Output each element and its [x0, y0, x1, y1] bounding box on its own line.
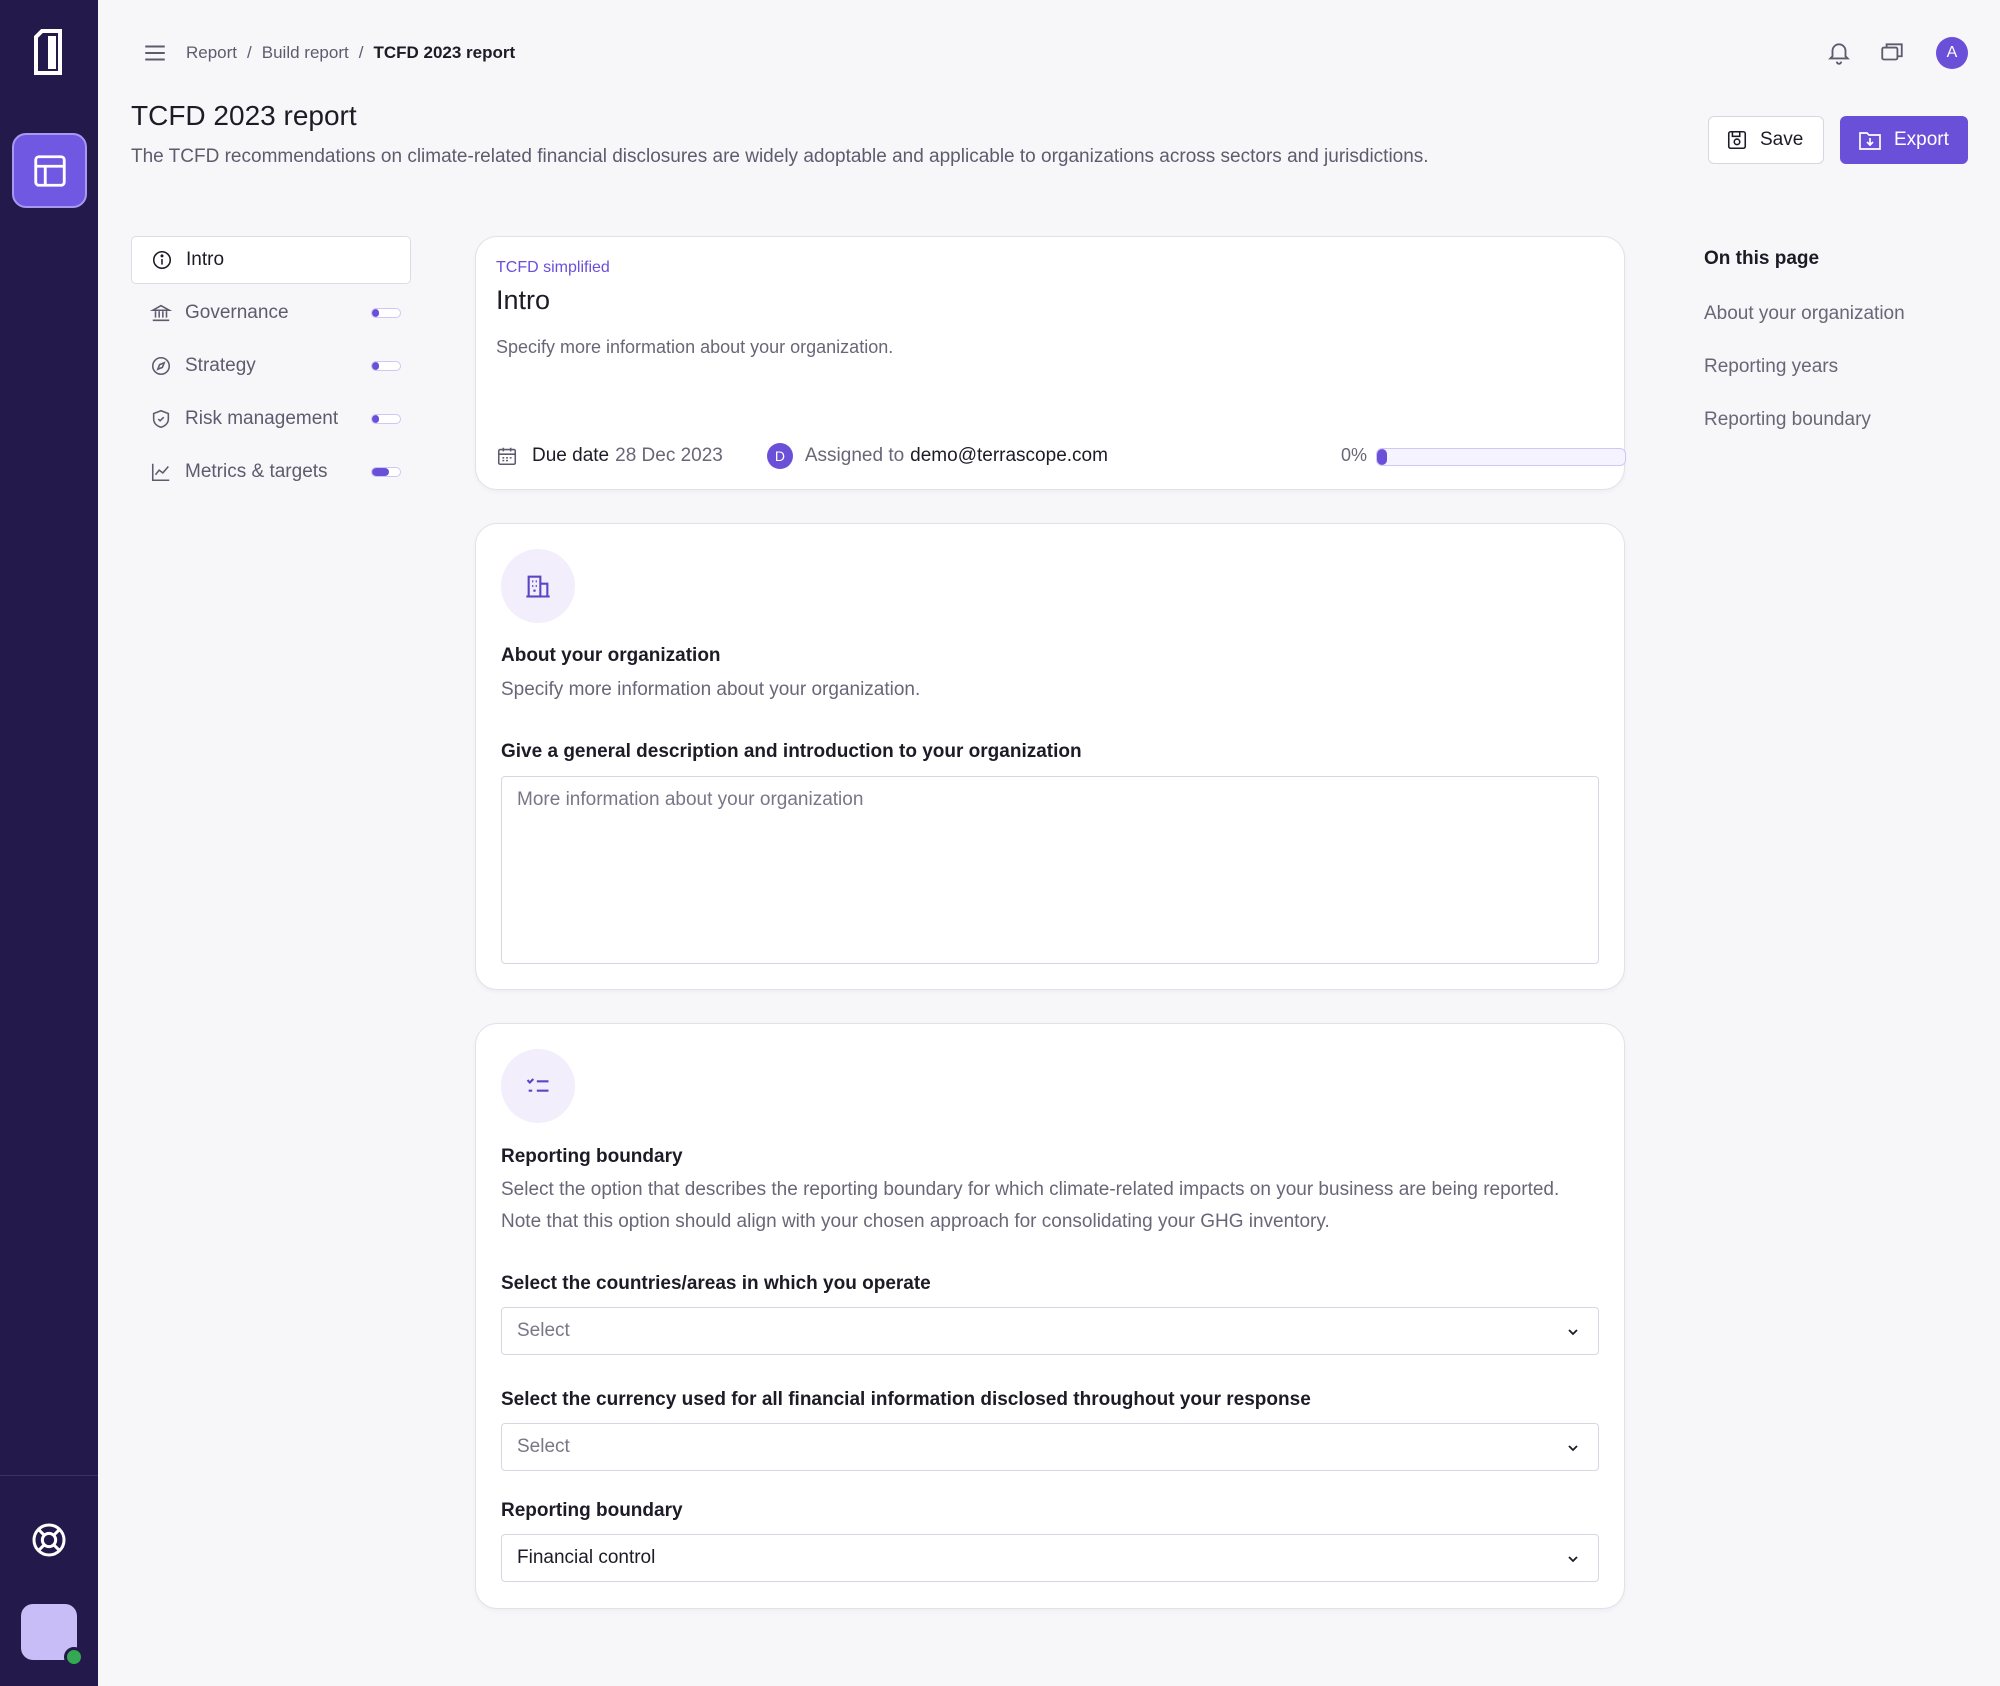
online-status-dot — [64, 1647, 84, 1667]
folder-export-icon — [1859, 132, 1881, 150]
shield-icon — [149, 407, 173, 431]
reporting-boundary-title: Reporting boundary — [501, 1146, 683, 1167]
breadcrumb-separator: / — [247, 43, 252, 62]
messages-button[interactable] — [1877, 38, 1907, 68]
help-button[interactable] — [27, 1518, 71, 1562]
section-nav-label: Metrics & targets — [185, 461, 328, 482]
organization-description-label: Give a general description and introduct… — [501, 741, 1082, 762]
intro-progress-fill — [1377, 449, 1387, 465]
toc-item-reporting-years[interactable]: Reporting years — [1704, 356, 1905, 378]
chevron-down-icon — [1568, 1329, 1578, 1336]
boundary-field-label: Reporting boundary — [501, 1500, 683, 1521]
section-progress — [371, 361, 401, 371]
bell-icon — [1828, 43, 1850, 65]
export-button[interactable]: Export — [1840, 116, 1968, 164]
page-description: The TCFD recommendations on climate-rela… — [131, 146, 1429, 167]
chevron-down-icon — [1568, 1445, 1578, 1452]
section-nav-risk-management[interactable]: Risk management — [131, 395, 411, 443]
intro-card: TCFD simplified Intro Specify more infor… — [475, 236, 1626, 490]
countries-select-value: Select — [517, 1320, 570, 1341]
app-rail — [0, 0, 98, 1686]
section-nav-governance[interactable]: Governance — [131, 289, 411, 337]
about-organization-description: Specify more information about your orga… — [501, 679, 921, 700]
export-button-label: Export — [1894, 129, 1949, 150]
chat-icon — [1881, 43, 1903, 61]
toc-item-about-organization[interactable]: About your organization — [1704, 303, 1905, 325]
section-nav-label: Risk management — [185, 408, 339, 429]
chart-line-icon — [149, 460, 173, 484]
rail-item-reports[interactable] — [12, 133, 87, 208]
assignee-email[interactable]: demo@terrascope.com — [910, 445, 1108, 467]
reporting-boundary-description: Select the option that describes the rep… — [501, 1179, 1560, 1232]
rail-divider — [0, 1475, 98, 1476]
reporting-boundary-select-value: Financial control — [517, 1547, 656, 1568]
section-nav-metrics-targets[interactable]: Metrics & targets — [131, 448, 411, 496]
section-progress — [371, 414, 401, 424]
currency-field-label: Select the currency used for all financi… — [501, 1389, 1311, 1410]
about-organization-title: About your organization — [501, 645, 721, 666]
countries-field-label: Select the countries/areas in which you … — [501, 1273, 931, 1294]
assignee-avatar: D — [766, 443, 793, 469]
hamburger-menu-icon[interactable] — [142, 40, 168, 66]
intro-meta: Due date 28 Dec 2023 D Assigned to demo@… — [496, 441, 1626, 471]
organization-description-input[interactable] — [501, 776, 1599, 964]
intro-title: Intro — [496, 285, 551, 315]
on-this-page-title: On this page — [1704, 248, 1820, 269]
on-this-page: On this page About your organization Rep… — [1704, 248, 1905, 462]
page-title: TCFD 2023 report — [131, 100, 357, 131]
due-date-value: 28 Dec 2023 — [615, 445, 723, 466]
user-avatar[interactable]: A — [1936, 37, 1968, 69]
calendar-icon — [497, 447, 517, 466]
currency-select[interactable]: Select — [501, 1423, 1599, 1471]
building-icon — [526, 575, 550, 598]
checklist-icon-badge — [501, 1049, 575, 1123]
breadcrumb-separator: / — [358, 43, 364, 62]
section-nav-strategy[interactable]: Strategy — [131, 342, 411, 390]
workspace-avatar[interactable] — [21, 1604, 84, 1667]
section-nav: Intro Governance Strategy Risk managemen… — [131, 236, 411, 501]
notifications-button[interactable] — [1824, 38, 1854, 68]
reporting-boundary-select[interactable]: Financial control — [501, 1534, 1599, 1582]
info-icon — [150, 248, 174, 272]
checklist-icon — [526, 1078, 549, 1092]
intro-progress-bar — [1376, 448, 1626, 466]
intro-progress-text: 0% — [1341, 445, 1368, 465]
breadcrumb-report[interactable]: Report — [186, 43, 237, 63]
save-button-label: Save — [1760, 129, 1804, 150]
section-progress — [371, 467, 401, 477]
save-icon — [1727, 130, 1747, 150]
chevron-down-icon — [1568, 1556, 1578, 1563]
intro-eyebrow: TCFD simplified — [496, 259, 610, 276]
breadcrumb-current: TCFD 2023 report — [373, 43, 516, 62]
assigned-to-label: Assigned to — [804, 445, 905, 466]
bank-icon — [149, 301, 173, 325]
lifebuoy-icon — [32, 1523, 66, 1557]
compass-icon — [149, 354, 173, 378]
due-date-label: Due date — [532, 445, 610, 466]
section-nav-intro[interactable]: Intro — [131, 236, 411, 284]
building-icon-badge — [501, 549, 575, 623]
section-nav-label: Governance — [185, 302, 289, 323]
app-logo-icon[interactable] — [33, 28, 63, 76]
section-nav-label: Strategy — [185, 355, 256, 376]
intro-description: Specify more information about your orga… — [496, 337, 894, 357]
countries-select[interactable]: Select — [501, 1307, 1599, 1355]
breadcrumb: Report / Build report / TCFD 2023 report — [186, 43, 515, 63]
save-button[interactable]: Save — [1708, 116, 1824, 164]
section-nav-label: Intro — [186, 249, 225, 270]
toc-item-reporting-boundary[interactable]: Reporting boundary — [1704, 409, 1905, 431]
about-organization-card: About your organization Specify more inf… — [475, 523, 1625, 990]
layout-icon — [33, 154, 66, 187]
breadcrumb-build-report[interactable]: Build report — [262, 43, 349, 63]
currency-select-value: Select — [517, 1436, 570, 1457]
reporting-boundary-card: Reporting boundary Select the option tha… — [475, 1023, 1625, 1609]
section-progress — [371, 308, 401, 318]
